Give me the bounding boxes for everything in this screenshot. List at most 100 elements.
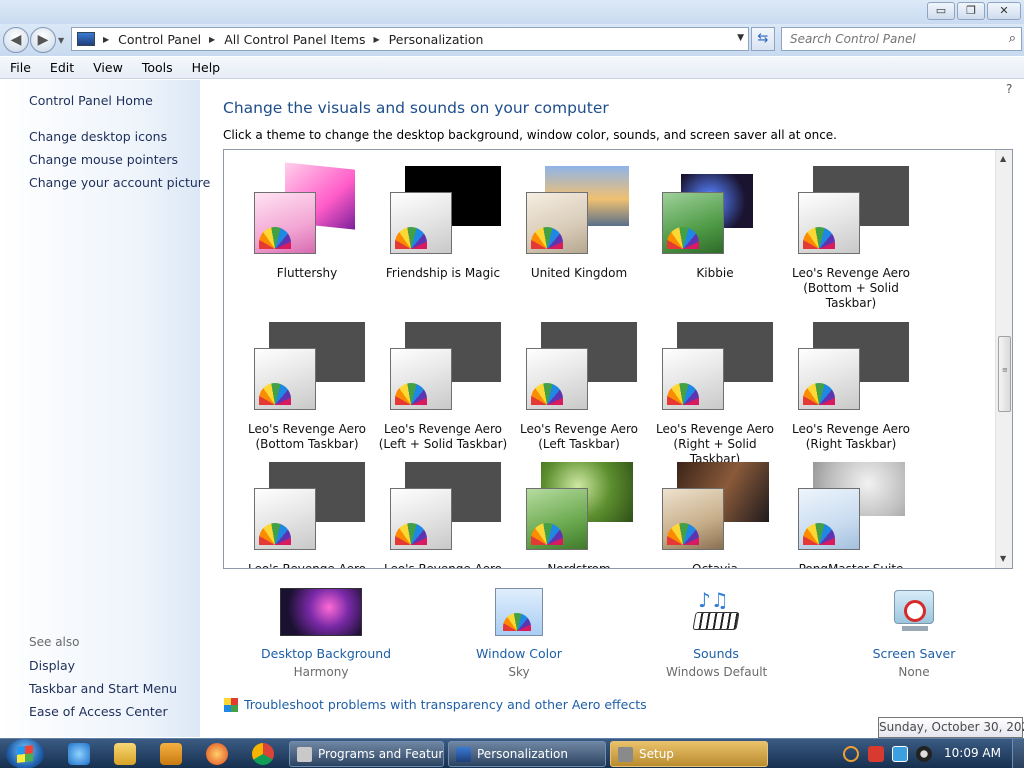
control-panel-home-link[interactable]: Control Panel Home — [29, 93, 153, 108]
menu-help[interactable]: Help — [182, 60, 230, 75]
theme-preview — [783, 460, 919, 552]
theme-list-scrollbar[interactable]: ▲ ≡ ▼ — [995, 150, 1012, 568]
taskbar-programs-and-features[interactable]: Programs and Featur... — [289, 741, 444, 767]
navigation-bar: ◀ ▶ ▼ ▶ Control Panel ▶ All Control Panel … — [0, 24, 1024, 56]
volume-tray-icon[interactable] — [916, 746, 932, 762]
ease-of-access-link[interactable]: Ease of Access Center — [29, 704, 168, 719]
change-desktop-icons-link[interactable]: Change desktop icons — [29, 129, 167, 144]
taskbar-personalization[interactable]: Personalization — [448, 741, 606, 767]
refresh-button[interactable]: ⇆ — [751, 27, 775, 51]
theme-color-swatch — [798, 348, 860, 410]
theme-color-swatch — [254, 488, 316, 550]
theme-preview — [511, 164, 647, 256]
window-color-setting[interactable]: Window Color Sky — [476, 588, 562, 679]
theme-name: Leo's Revenge Aero (Bottom + Solid Taskbar… — [791, 266, 911, 310]
theme-color-swatch — [662, 192, 724, 254]
theme-color-swatch — [798, 488, 860, 550]
theme-name: Leo's Revenge Aero (Left + Solid Taskbar) — [378, 422, 508, 451]
screen-saver-setting[interactable]: Screen Saver None — [870, 588, 958, 679]
address-dropdown-icon[interactable]: ▼ — [737, 33, 744, 43]
search-icon[interactable]: ⌕ — [1009, 31, 1016, 46]
menu-tools[interactable]: Tools — [132, 60, 182, 75]
color-fan-icon — [531, 383, 563, 405]
personalization-icon — [456, 747, 471, 762]
theme-list[interactable]: Fluttershy Friendship is Magic United King… — [223, 149, 1013, 569]
search-box[interactable]: ⌕ — [781, 27, 1022, 51]
color-fan-icon — [395, 383, 427, 405]
show-desktop-button[interactable] — [1012, 739, 1024, 768]
breadcrumb-personalization[interactable]: Personalization — [389, 32, 484, 47]
theme-color-swatch — [526, 192, 588, 254]
theme-color-swatch — [662, 348, 724, 410]
display-tray-icon[interactable] — [892, 746, 908, 762]
theme-color-swatch — [254, 348, 316, 410]
theme-color-swatch — [390, 488, 452, 550]
menu-view[interactable]: View — [83, 60, 132, 75]
theme-color-swatch — [526, 488, 588, 550]
breadcrumb-arrow-icon[interactable]: ▶ — [103, 35, 109, 44]
theme-preview — [511, 460, 647, 552]
theme-color-swatch — [390, 348, 452, 410]
menu-bar: File Edit View Tools Help — [0, 57, 1024, 79]
color-fan-icon — [531, 227, 563, 249]
change-mouse-pointers-link[interactable]: Change mouse pointers — [29, 152, 178, 167]
taskbar: Programs and Featur... Personalization S… — [0, 738, 1024, 768]
menu-file[interactable]: File — [0, 60, 40, 75]
breadcrumb-arrow-icon[interactable]: ▶ — [374, 35, 380, 44]
taskbar-setup[interactable]: Setup — [610, 741, 768, 767]
screen-saver-icon — [890, 588, 938, 636]
sounds-setting[interactable]: ♪♫ Sounds Windows Default — [666, 588, 767, 679]
theme-name: Leo's Revenge Aero — [383, 562, 503, 569]
breadcrumb-control-panel[interactable]: Control Panel — [118, 32, 201, 47]
theme-name: Friendship is Magic — [385, 266, 501, 280]
theme-preview — [647, 460, 783, 552]
display-link[interactable]: Display — [29, 658, 75, 673]
color-fan-icon — [259, 227, 291, 249]
minimize-button[interactable]: ▭ — [927, 2, 955, 20]
forward-button[interactable]: ▶ — [30, 27, 56, 53]
desktop-background-setting[interactable]: Desktop Background Harmony — [261, 588, 391, 679]
chrome-icon[interactable] — [252, 743, 274, 765]
title-bar: ▭ ❐ ✕ — [0, 0, 1024, 24]
theme-name: Leo's Revenge Aero (Left Taskbar) — [519, 422, 639, 451]
file-explorer-icon[interactable] — [114, 743, 136, 765]
forward-arrow-icon: ▶ — [37, 32, 49, 48]
theme-name: Leo's Revenge Aero — [247, 562, 367, 569]
back-button[interactable]: ◀ — [3, 27, 29, 53]
troubleshoot-link[interactable]: Troubleshoot problems with transparency … — [224, 697, 647, 712]
firefox-icon[interactable] — [206, 743, 228, 765]
change-account-picture-link[interactable]: Change your account picture — [29, 175, 210, 190]
close-button[interactable]: ✕ — [987, 2, 1021, 20]
scrollbar-thumb[interactable]: ≡ — [998, 336, 1011, 412]
taskbar-start-menu-link[interactable]: Taskbar and Start Menu — [29, 681, 177, 696]
help-icon[interactable]: ? — [1006, 82, 1012, 96]
color-fan-icon — [531, 523, 563, 545]
menu-edit[interactable]: Edit — [40, 60, 83, 75]
color-fan-icon — [667, 227, 699, 249]
internet-explorer-icon[interactable] — [68, 743, 90, 765]
maximize-button[interactable]: ❐ — [957, 2, 985, 20]
flag-tray-icon[interactable] — [868, 746, 884, 762]
search-tray-icon[interactable] — [843, 746, 859, 762]
address-bar[interactable]: ▶ Control Panel ▶ All Control Panel Items … — [71, 27, 749, 51]
setup-icon — [618, 747, 633, 762]
media-player-icon[interactable] — [160, 743, 182, 765]
back-arrow-icon: ◀ — [10, 32, 22, 48]
window-color-icon — [495, 588, 543, 636]
color-fan-icon — [803, 383, 835, 405]
taskbar-clock[interactable]: 10:09 AM — [944, 746, 1001, 760]
scroll-down-icon[interactable]: ▼ — [1000, 554, 1006, 563]
breadcrumb-arrow-icon[interactable]: ▶ — [209, 35, 215, 44]
troubleshoot-icon — [224, 697, 238, 712]
search-input[interactable] — [790, 32, 995, 46]
desktop-background-icon — [280, 588, 362, 636]
theme-name: Kibbie — [696, 266, 734, 280]
sounds-icon: ♪♫ — [692, 588, 740, 636]
refresh-icon: ⇆ — [757, 31, 769, 46]
theme-preview — [239, 320, 375, 412]
scroll-up-icon[interactable]: ▲ — [1000, 154, 1006, 163]
start-button[interactable] — [6, 739, 44, 768]
recent-pages-dropdown[interactable]: ▼ — [58, 36, 68, 46]
theme-color-swatch — [390, 192, 452, 254]
breadcrumb-all-items[interactable]: All Control Panel Items — [224, 32, 365, 47]
